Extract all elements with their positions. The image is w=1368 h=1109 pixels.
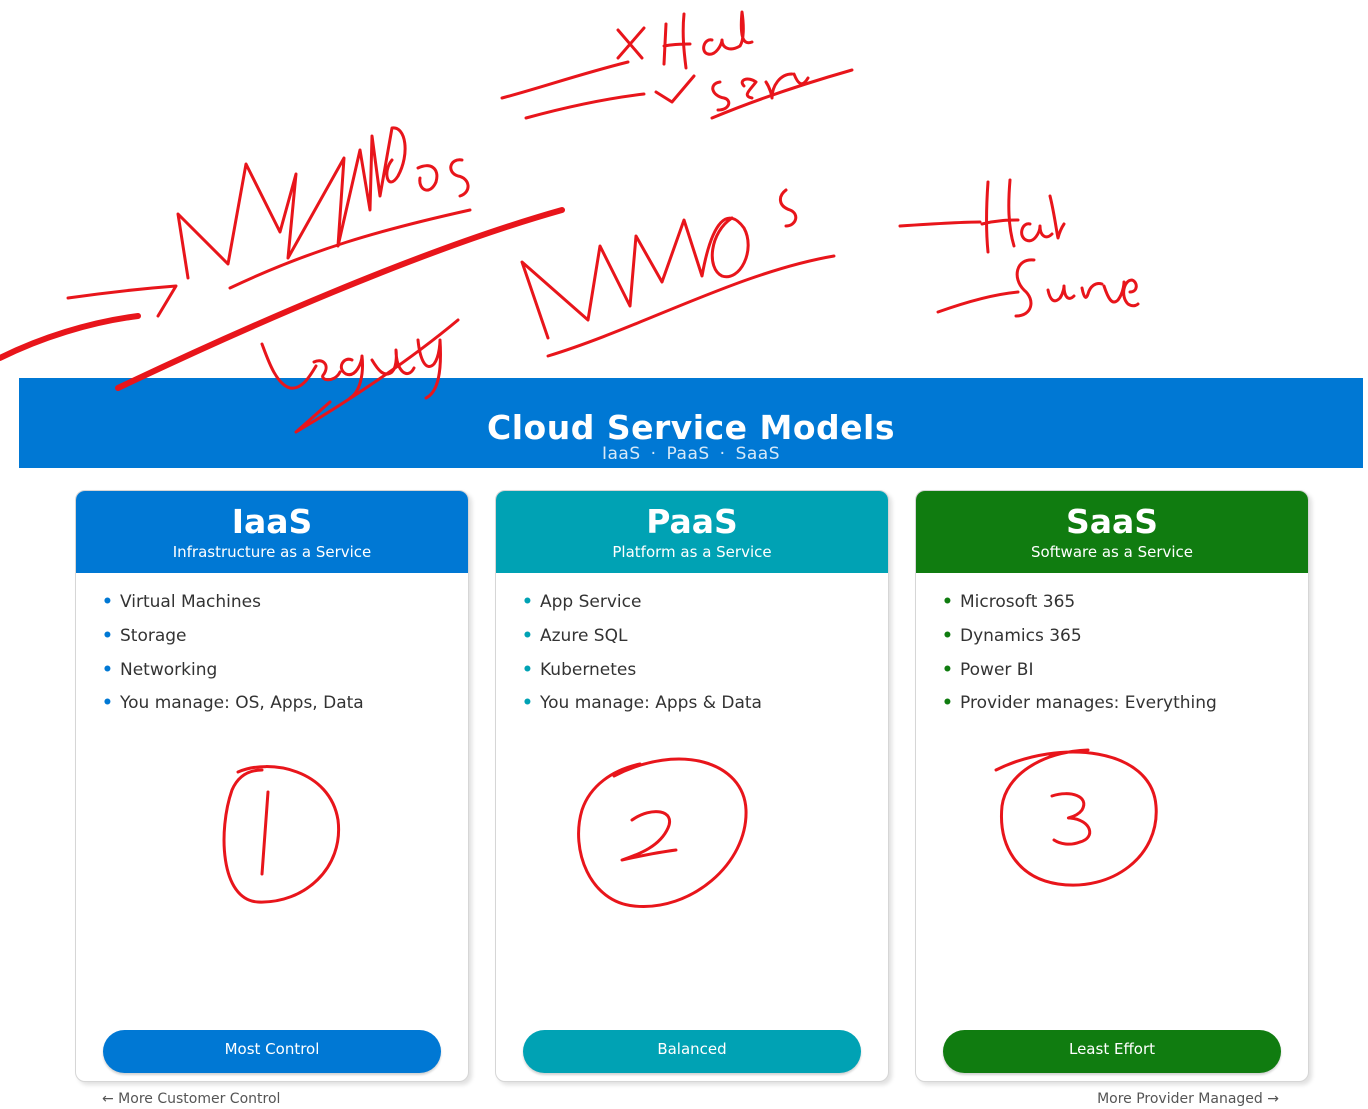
subtitle-paas: PaaS	[666, 444, 710, 464]
feature-list: • Virtual Machines • Storage • Networking •…	[76, 573, 468, 713]
bullet-icon: •	[102, 592, 113, 612]
card-header: SaaS Software as a Service	[916, 491, 1308, 573]
list-item-label: Virtual Machines	[120, 592, 261, 612]
card-title: IaaS	[231, 502, 313, 541]
underline-serve	[710, 68, 854, 120]
list-item: • Azure SQL	[522, 626, 888, 646]
list-item: • Storage	[102, 626, 468, 646]
card-title: SaaS	[1065, 502, 1159, 541]
card-saas: SaaS Software as a Service • Microsoft 36…	[915, 490, 1309, 1082]
list-item: • Power BI	[942, 660, 1308, 680]
card-header: PaaS Platform as a Service	[496, 491, 888, 573]
title-banner: Cloud Service Models IaaS · PaaS · SaaS	[19, 378, 1363, 468]
bullet-icon: •	[942, 659, 953, 680]
bullet-icon: •	[102, 659, 113, 680]
feature-list: • Microsoft 365 • Dynamics 365 • Power BI •…	[916, 573, 1308, 713]
list-item: • Microsoft 365	[942, 592, 1308, 612]
bullet-icon: •	[522, 592, 533, 612]
list-item: • You manage: OS, Apps, Data	[102, 693, 468, 713]
balanced-badge: Balanced	[523, 1030, 861, 1073]
double-line-2	[524, 92, 646, 120]
least-effort-badge: Least Effort	[943, 1030, 1281, 1073]
most-control-badge: Most Control	[103, 1030, 441, 1073]
card-title: PaaS	[646, 502, 738, 541]
list-item: • Provider manages: Everything	[942, 693, 1308, 713]
list-item-label: Microsoft 365	[960, 592, 1076, 612]
handwriting-x-hard	[616, 10, 754, 70]
strike-stroke	[115, 207, 565, 391]
bullet-icon: •	[522, 693, 533, 714]
handwriting-manos-top	[176, 126, 470, 280]
list-item-label: You manage: Apps & Data	[540, 693, 762, 714]
page-title: Cloud Service Models	[487, 408, 895, 447]
bullet-icon: •	[102, 693, 113, 714]
list-item-label: Dynamics 365	[960, 625, 1082, 646]
handwriting-manos-second	[520, 188, 798, 340]
double-line-1	[500, 60, 630, 100]
list-item-label: Storage	[120, 625, 187, 646]
subtitle-iaas: IaaS	[602, 444, 641, 464]
list-item-label: Networking	[120, 659, 218, 680]
footer-customer-control: ← More Customer Control	[102, 1091, 281, 1107]
handwriting-check-serve	[654, 72, 810, 112]
footer-provider-managed: More Provider Managed →	[1097, 1091, 1279, 1107]
arrow-tail	[0, 313, 141, 361]
list-item: • Virtual Machines	[102, 592, 468, 612]
card-description: Infrastructure as a Service	[172, 543, 372, 561]
bullet-icon: •	[942, 693, 953, 714]
card-description: Software as a Service	[1030, 543, 1194, 561]
subtitle-separator: ·	[719, 444, 726, 464]
list-item: • You manage: Apps & Data	[522, 693, 888, 713]
subtitle-separator: ·	[650, 444, 657, 464]
card-paas: PaaS Platform as a Service • App Service …	[495, 490, 889, 1082]
handwriting-serve-right	[936, 258, 1140, 318]
bullet-icon: •	[102, 625, 113, 646]
list-item: • Networking	[102, 660, 468, 680]
handwriting-hard-right	[898, 178, 1066, 254]
page-subtitle: IaaS · PaaS · SaaS	[19, 444, 1363, 464]
bullet-icon: •	[942, 625, 953, 646]
card-description: Platform as a Service	[612, 543, 772, 561]
card-header: IaaS Infrastructure as a Service	[76, 491, 468, 573]
underline-manos-second	[546, 254, 836, 358]
card-iaas: IaaS Infrastructure as a Service • Virtua…	[75, 490, 469, 1082]
arrow-stroke	[66, 284, 178, 318]
list-item: • App Service	[522, 592, 888, 612]
list-item-label: You manage: OS, Apps, Data	[120, 693, 364, 714]
bullet-icon: •	[942, 592, 953, 612]
bullet-icon: •	[522, 625, 533, 646]
list-item-label: Power BI	[960, 659, 1034, 680]
feature-list: • App Service • Azure SQL • Kubernetes • You…	[496, 573, 888, 713]
list-item: • Dynamics 365	[942, 626, 1308, 646]
list-item-label: App Service	[540, 592, 642, 612]
list-item-label: Kubernetes	[540, 659, 637, 680]
list-item-label: Azure SQL	[540, 625, 628, 646]
list-item-label: Provider manages: Everything	[960, 693, 1217, 714]
list-item: • Kubernetes	[522, 660, 888, 680]
underline-manos-top	[228, 208, 472, 290]
bullet-icon: •	[522, 659, 533, 680]
subtitle-saas: SaaS	[735, 444, 780, 464]
